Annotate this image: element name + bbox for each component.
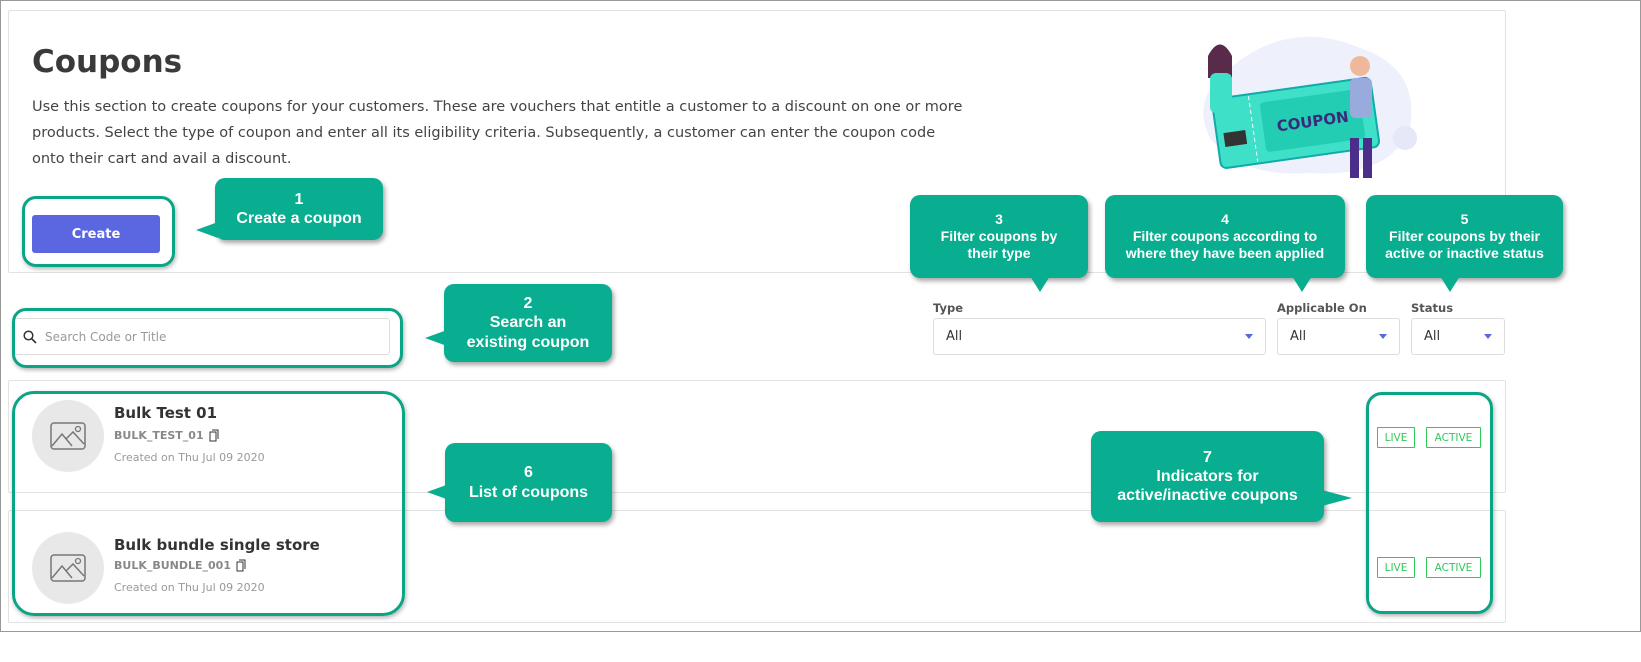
callout-number: 7	[1203, 448, 1212, 466]
coupon-illustration: COUPON	[1203, 36, 1417, 178]
status-filter-label: Status	[1411, 301, 1454, 315]
status-filter-select[interactable]: All	[1411, 318, 1505, 355]
callout-number: 6	[524, 464, 533, 482]
highlight-list	[12, 391, 405, 616]
chevron-down-icon	[1379, 334, 1387, 339]
highlight-search	[12, 308, 403, 368]
highlight-indicators	[1366, 392, 1493, 614]
callout-1: 1 Create a coupon	[215, 178, 383, 240]
page-description: Use this section to create coupons for y…	[32, 99, 963, 167]
callout-number: 1	[294, 190, 304, 208]
callout-text: Filter coupons according to where they h…	[1125, 228, 1325, 261]
callout-number: 4	[1221, 211, 1229, 228]
callout-6: 6 List of coupons	[445, 443, 612, 522]
callout-text: List of coupons	[468, 483, 589, 501]
callout-5: 5 Filter coupons by their active or inact…	[1366, 195, 1563, 278]
callout-number: 5	[1460, 211, 1469, 228]
applicable-on-filter-label: Applicable On	[1277, 301, 1367, 315]
type-filter-select[interactable]: All	[933, 318, 1266, 355]
callout-text: Search an existing coupon	[466, 314, 590, 351]
status-filter-value: All	[1424, 329, 1441, 344]
chevron-down-icon	[1484, 334, 1492, 339]
callout-text: Indicators for active/inactive coupons	[1117, 467, 1298, 505]
type-filter-label: Type	[933, 301, 964, 315]
page-title: Coupons	[32, 44, 183, 80]
type-filter-value: All	[946, 329, 963, 344]
highlight-create	[22, 196, 175, 267]
callout-number: 2	[523, 295, 533, 313]
applicable-on-filter-select[interactable]: All	[1277, 318, 1400, 355]
chevron-down-icon	[1245, 334, 1253, 339]
callout-2: 2 Search an existing coupon	[444, 284, 612, 362]
applicable-on-filter-value: All	[1290, 329, 1307, 344]
callout-text: Filter coupons by their type	[940, 228, 1058, 261]
callout-text: Filter coupons by their active or inacti…	[1385, 228, 1544, 261]
callout-text: Create a coupon	[236, 210, 362, 227]
callout-3: 3 Filter coupons by their type	[910, 195, 1088, 278]
callout-number: 3	[995, 211, 1003, 228]
callout-4: 4 Filter coupons according to where they …	[1105, 195, 1345, 278]
callout-7: 7 Indicators for active/inactive coupons	[1091, 431, 1324, 522]
